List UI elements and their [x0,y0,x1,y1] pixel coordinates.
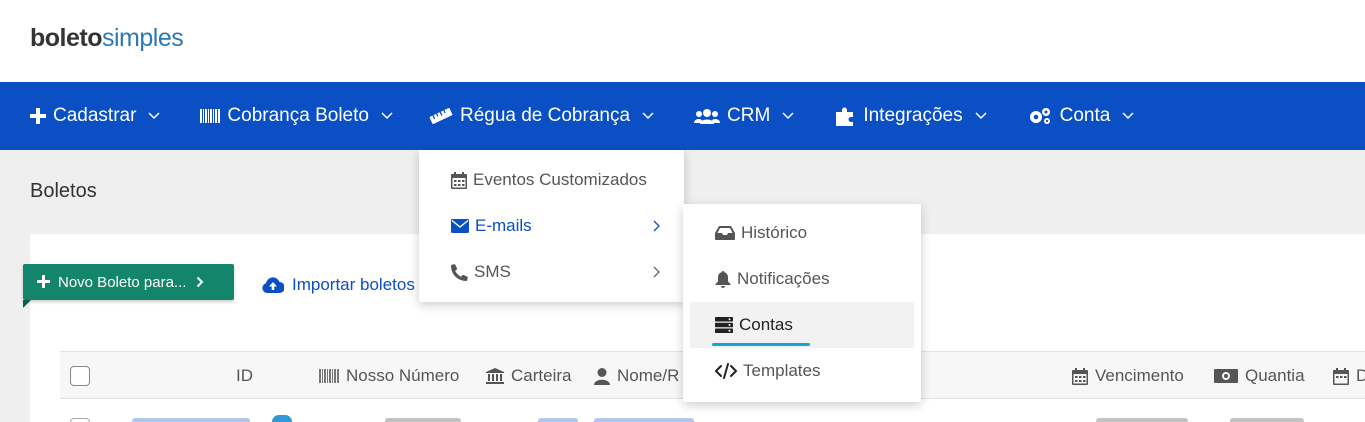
chevron-down-icon [381,112,393,120]
column-label: Nome/R [617,366,680,385]
nav-label: Cobrança Boleto [227,105,369,126]
chevron-down-icon [642,112,654,120]
logo-light: simples [102,24,184,52]
column-nome[interactable]: Nome/R [594,352,679,400]
calendar-icon [1333,367,1349,385]
bank-icon [486,368,504,384]
column-label: Carteira [511,366,572,385]
chevron-down-icon [975,112,987,120]
column-vencimento[interactable]: Vencimento [1072,352,1184,400]
nav-item-cadastrar[interactable]: Cadastrar [30,82,160,150]
menu-item-contas[interactable]: Contas [690,302,914,348]
nav-item-regua-cobranca[interactable]: Régua de Cobrança [429,82,654,150]
nav-item-crm[interactable]: CRM [694,82,794,150]
regua-dropdown-menu: Eventos Customizados E-mails SMS [419,150,684,302]
row-checkbox[interactable] [70,418,90,422]
calendar-icon [451,171,467,189]
column-label: Quantia [1245,366,1305,385]
info-icon[interactable] [272,415,292,422]
barcode-icon [319,369,339,383]
main-nav: Cadastrar Cobrança Boleto Régua de Cobra… [0,82,1365,150]
button-ribbon-tail [23,300,31,308]
import-label: Importar boletos [292,275,415,294]
chevron-right-icon [196,276,204,288]
column-label: Vencimento [1095,366,1184,385]
cloud-upload-icon [262,277,284,293]
plus-icon [37,272,50,292]
import-boletos-link[interactable]: Importar boletos [262,275,415,295]
column-label: D [1356,366,1365,385]
column-id[interactable]: ID [236,352,253,400]
chevron-down-icon [782,112,794,120]
emails-submenu: Histórico Notificações Contas Templates [683,204,921,402]
menu-item-label: Notificações [737,269,830,288]
menu-item-label: Templates [743,361,821,380]
menu-item-notificacoes[interactable]: Notificações [683,256,921,302]
menu-item-eventos-customizados[interactable]: Eventos Customizados [419,157,684,203]
menu-item-historico[interactable]: Histórico [683,210,921,256]
row-id-placeholder [132,418,250,422]
active-underline [712,343,810,346]
barcode-icon [200,109,221,123]
ruler-icon [429,108,453,124]
nav-label: Régua de Cobrança [459,105,631,126]
row-nome-placeholder [594,418,694,422]
puzzle-icon [834,106,856,126]
nav-item-conta[interactable]: Conta [1027,82,1135,150]
chevron-down-icon [148,112,160,120]
column-carteira[interactable]: Carteira [486,352,571,400]
chevron-right-icon [653,220,660,232]
menu-item-label: SMS [474,262,511,281]
users-icon [694,108,721,124]
user-icon [594,367,610,385]
nav-label: Integrações [863,105,963,126]
menu-item-label: Contas [739,315,793,334]
inbox-icon [715,226,735,240]
menu-item-label: E-mails [475,216,532,235]
select-all-checkbox[interactable] [70,352,90,400]
plus-icon [30,108,46,124]
server-icon [715,317,733,333]
new-boleto-label: Novo Boleto para... [58,273,187,291]
code-icon [715,363,737,379]
nav-label: Conta [1059,105,1111,126]
menu-item-label: Eventos Customizados [473,170,647,189]
envelope-icon [451,219,469,233]
phone-icon [451,263,468,281]
logo-bold: boleto [30,24,103,52]
page-title: Boletos [30,180,97,202]
money-icon [1214,369,1238,383]
table-row[interactable] [60,400,1365,422]
chevron-right-icon [653,266,660,278]
row-vencimento-placeholder [1096,418,1188,422]
top-bar: boletosimples [0,0,1365,82]
menu-item-sms[interactable]: SMS [419,249,684,295]
nav-item-integracoes[interactable]: Integrações [834,82,987,150]
row-carteira-placeholder [538,418,578,422]
column-label: ID [236,366,253,385]
column-d[interactable]: D [1333,352,1365,400]
menu-item-emails[interactable]: E-mails [419,203,684,249]
nav-label: CRM [727,105,771,126]
chevron-down-icon [1122,112,1134,120]
nav-item-cobranca-boleto[interactable]: Cobrança Boleto [200,82,393,150]
logo[interactable]: boletosimples [30,24,184,53]
calendar-icon [1072,367,1088,385]
column-quantia[interactable]: Quantia [1214,352,1305,400]
column-nosso-numero[interactable]: Nosso Número [319,352,459,400]
row-quantia-placeholder [1230,418,1304,422]
gears-icon [1027,106,1053,126]
bell-icon [715,270,731,288]
row-nosso-numero-placeholder [385,418,461,422]
menu-item-templates[interactable]: Templates [683,348,921,394]
new-boleto-button[interactable]: Novo Boleto para... [23,264,234,300]
menu-item-label: Histórico [741,223,808,242]
nav-label: Cadastrar [53,105,137,126]
column-label: Nosso Número [346,366,460,385]
